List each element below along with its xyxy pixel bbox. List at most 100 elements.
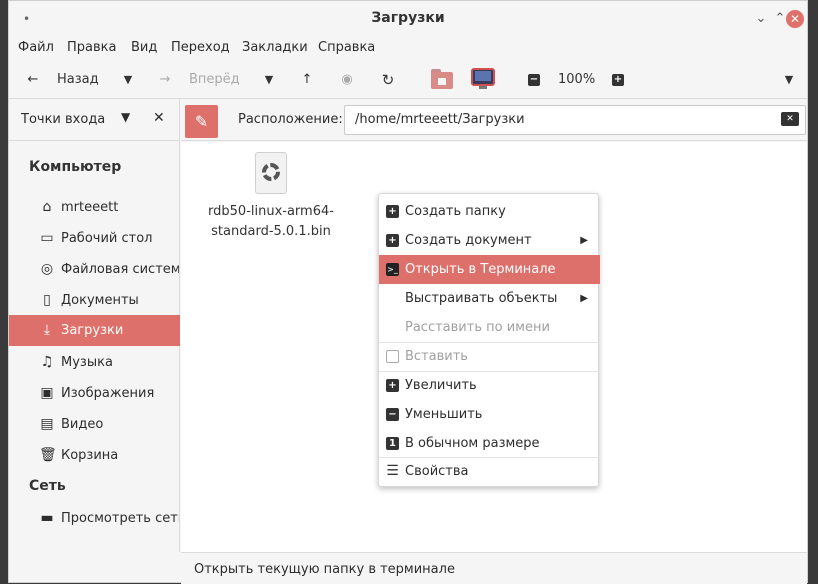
executable-file-icon	[255, 152, 287, 194]
one-icon: 1	[386, 437, 399, 450]
menu-item-zoom-in[interactable]: + Увеличить	[379, 371, 600, 400]
menu-item-label: Создать документ	[405, 233, 532, 248]
computer-icon[interactable]	[471, 68, 495, 90]
menu-file[interactable]: Файл	[18, 40, 54, 55]
menu-view[interactable]: Вид	[131, 40, 157, 55]
menu-item-label: Уменьшить	[405, 407, 483, 422]
location-path: /home/mrteeett/Загрузки	[355, 112, 525, 127]
menu-item-paste[interactable]: Вставить	[379, 342, 600, 371]
forward-arrow-icon[interactable]: →	[157, 61, 173, 99]
back-arrow-icon[interactable]: ←	[25, 61, 41, 99]
menu-item-normal-size[interactable]: 1 В обычном размере	[379, 429, 600, 458]
sidebar-item-desktop[interactable]: ▭ Рабочий стол	[9, 223, 180, 254]
home-icon: ⌂	[42, 199, 52, 215]
sidebar-item-filesystem[interactable]: ◎ Файловая система	[9, 254, 180, 285]
status-bar: Открыть текущую папку в терминале	[181, 552, 807, 584]
toolbar: ← Назад ▼ → Вперёд ▼ ↑ ◉ ↻ − 100% + ▼	[9, 61, 807, 99]
menu-bar: Файл Правка Вид Переход Закладки Справка	[9, 37, 807, 59]
sidebar-item-label: Корзина	[61, 448, 119, 463]
sidebar-item-trash[interactable]: 🗑 Корзина	[9, 440, 180, 471]
menu-item-create-folder[interactable]: + Создать папку	[379, 197, 600, 226]
desktop-icon: ▭	[40, 230, 54, 246]
menu-item-create-document[interactable]: + Создать документ ▶	[379, 226, 600, 255]
clear-location-icon[interactable]: ✕	[781, 112, 799, 126]
sidebar-item-documents[interactable]: ▯ Документы	[9, 285, 180, 316]
zoom-out-icon[interactable]: −	[528, 74, 540, 86]
sidebar-close-icon[interactable]: ✕	[153, 110, 165, 126]
back-button[interactable]: Назад	[57, 61, 99, 99]
file-name: rdb50-linux-arm64- standard-5.0.1.bin	[201, 202, 341, 242]
sidebar-item-browse-network[interactable]: ▬ Просмотреть сеть	[9, 503, 180, 534]
sidebar-item-home[interactable]: ⌂ mrteeett	[9, 192, 180, 223]
sidebar-item-label: Документы	[61, 293, 139, 308]
title-bar: • Загрузки ⌄ ⌃ ✕	[9, 1, 807, 37]
music-icon: ♫	[40, 354, 54, 370]
location-input[interactable]: /home/mrteeett/Загрузки ✕	[344, 105, 806, 135]
window-title: Загрузки	[371, 10, 445, 26]
zoom-level: 100%	[558, 72, 596, 87]
edit-location-button[interactable]: ✎	[185, 105, 218, 138]
menu-item-label: Расставить по имени	[405, 320, 550, 335]
zoom-in-icon[interactable]: +	[612, 74, 624, 86]
trash-icon: 🗑	[39, 447, 57, 463]
sidebar-item-label: Загрузки	[61, 323, 124, 338]
disk-icon: ◎	[40, 261, 54, 277]
sidebar-item-label: Просмотреть сеть	[61, 511, 179, 526]
clipboard-icon	[386, 350, 399, 363]
sidebar-item-label: Рабочий стол	[61, 231, 153, 246]
minimize-button[interactable]: ⌄	[751, 9, 771, 29]
home-folder-icon[interactable]	[431, 69, 453, 89]
sidebar-title: Точки входа	[21, 112, 106, 127]
forward-button[interactable]: Вперёд	[189, 61, 240, 99]
file-name-line1: rdb50-linux-arm64-	[208, 204, 334, 219]
context-menu: + Создать папку + Создать документ ▶ >_ …	[378, 193, 600, 487]
sidebar-section-computer: Компьютер	[29, 159, 122, 175]
menu-item-label: Выстраивать объекты	[405, 291, 558, 306]
menu-item-label: Открыть в Терминале	[405, 262, 556, 277]
sidebar-item-videos[interactable]: ▤ Видео	[9, 409, 180, 440]
menu-item-arrange-items[interactable]: Выстраивать объекты ▶	[379, 284, 600, 313]
menu-item-sort-by-name[interactable]: Расставить по имени	[379, 313, 600, 342]
up-arrow-icon[interactable]: ↑	[299, 61, 315, 99]
submenu-arrow-icon: ▶	[580, 235, 588, 246]
file-item[interactable]: rdb50-linux-arm64- standard-5.0.1.bin	[201, 152, 341, 242]
sidebar-item-label: Изображения	[61, 386, 155, 401]
menu-item-properties[interactable]: ☰ Свойства	[379, 457, 600, 486]
network-icon: ▬	[40, 510, 54, 526]
documents-icon: ▯	[43, 292, 51, 308]
sidebar-item-label: mrteeett	[61, 200, 119, 215]
stop-icon[interactable]: ◉	[339, 61, 355, 99]
view-options-dropdown-icon[interactable]: ▼	[782, 61, 796, 99]
sidebar-item-music[interactable]: ♫ Музыка	[9, 347, 180, 378]
menu-item-label: В обычном размере	[405, 436, 540, 451]
location-bar: ✎ Расположение: /home/mrteeett/Загрузки …	[181, 99, 807, 141]
reload-icon[interactable]: ↻	[380, 61, 396, 99]
submenu-arrow-icon: ▶	[580, 293, 588, 304]
properties-icon: ☰	[386, 463, 399, 479]
status-text: Открыть текущую папку в терминале	[194, 562, 455, 577]
menu-item-label: Вставить	[405, 349, 468, 364]
image-icon: ▣	[40, 385, 54, 401]
menu-help[interactable]: Справка	[318, 40, 375, 55]
sidebar-item-label: Музыка	[61, 355, 113, 370]
plus-icon: +	[386, 379, 399, 392]
sidebar-header: Точки входа ▼ ✕	[9, 99, 180, 141]
menu-item-zoom-out[interactable]: − Уменьшить	[379, 400, 600, 429]
menu-bookmarks[interactable]: Закладки	[242, 40, 308, 55]
file-name-line2: standard-5.0.1.bin	[211, 224, 331, 239]
forward-history-dropdown-icon[interactable]: ▼	[262, 61, 276, 99]
sidebar-item-label: Видео	[61, 417, 104, 432]
menu-item-open-terminal[interactable]: >_ Открыть в Терминале	[379, 255, 600, 284]
menu-item-label: Свойства	[405, 464, 469, 479]
menu-go[interactable]: Переход	[171, 40, 230, 55]
plus-icon: +	[386, 234, 399, 247]
sidebar-section-network: Сеть	[29, 478, 66, 494]
close-button[interactable]: ✕	[786, 10, 804, 28]
plus-icon: +	[386, 205, 399, 218]
sidebar-item-pictures[interactable]: ▣ Изображения	[9, 378, 180, 409]
menu-item-label: Создать папку	[405, 204, 506, 219]
sidebar-item-downloads[interactable]: ⤓ Загрузки	[9, 315, 180, 346]
sidebar-mode-dropdown-icon[interactable]: ▼	[121, 110, 130, 124]
menu-edit[interactable]: Правка	[67, 40, 116, 55]
back-history-dropdown-icon[interactable]: ▼	[121, 61, 135, 99]
